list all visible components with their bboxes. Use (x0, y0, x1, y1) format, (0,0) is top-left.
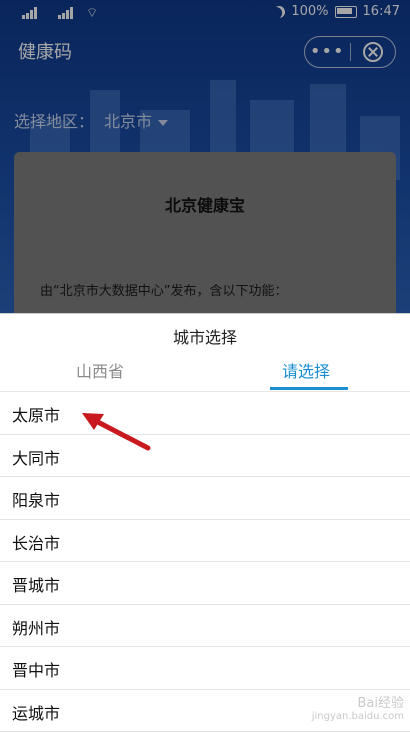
city-name: 晋城市 (12, 572, 60, 596)
city-list: 太原市 大同市 阳泉市 长治市 晋城市 朔州市 晋中市 运城市 (0, 392, 410, 732)
list-item[interactable]: 长治市 (0, 520, 410, 563)
list-item[interactable]: 朔州市 (0, 605, 410, 648)
city-name: 长治市 (12, 530, 60, 554)
city-name: 阳泉市 (12, 487, 60, 511)
active-tab-indicator (270, 387, 348, 390)
list-item[interactable]: 大同市 (0, 435, 410, 478)
tab-province[interactable]: 山西省 (76, 358, 124, 392)
list-item[interactable]: 阳泉市 (0, 477, 410, 520)
watermark-url: jingyan.baidu.com (312, 711, 404, 722)
city-picker-sheet: 城市选择 山西省 请选择 太原市 大同市 阳泉市 长治市 晋城市 朔州市 晋中市… (0, 313, 410, 731)
watermark-brand: Bai经验 (358, 696, 405, 711)
list-item[interactable]: 晋城市 (0, 562, 410, 605)
sheet-title: 城市选择 (0, 324, 410, 348)
list-item[interactable]: 晋中市 (0, 647, 410, 690)
city-name: 晋中市 (12, 657, 60, 681)
city-name: 太原市 (12, 402, 60, 426)
city-name: 运城市 (12, 700, 60, 724)
list-item[interactable]: 太原市 (0, 392, 410, 435)
city-name: 大同市 (12, 445, 60, 469)
watermark: Bai经验 jingyan.baidu.com (312, 692, 404, 722)
annotation-arrow-icon (80, 408, 160, 458)
card-overlay (14, 152, 396, 313)
city-name: 朔州市 (12, 615, 60, 639)
